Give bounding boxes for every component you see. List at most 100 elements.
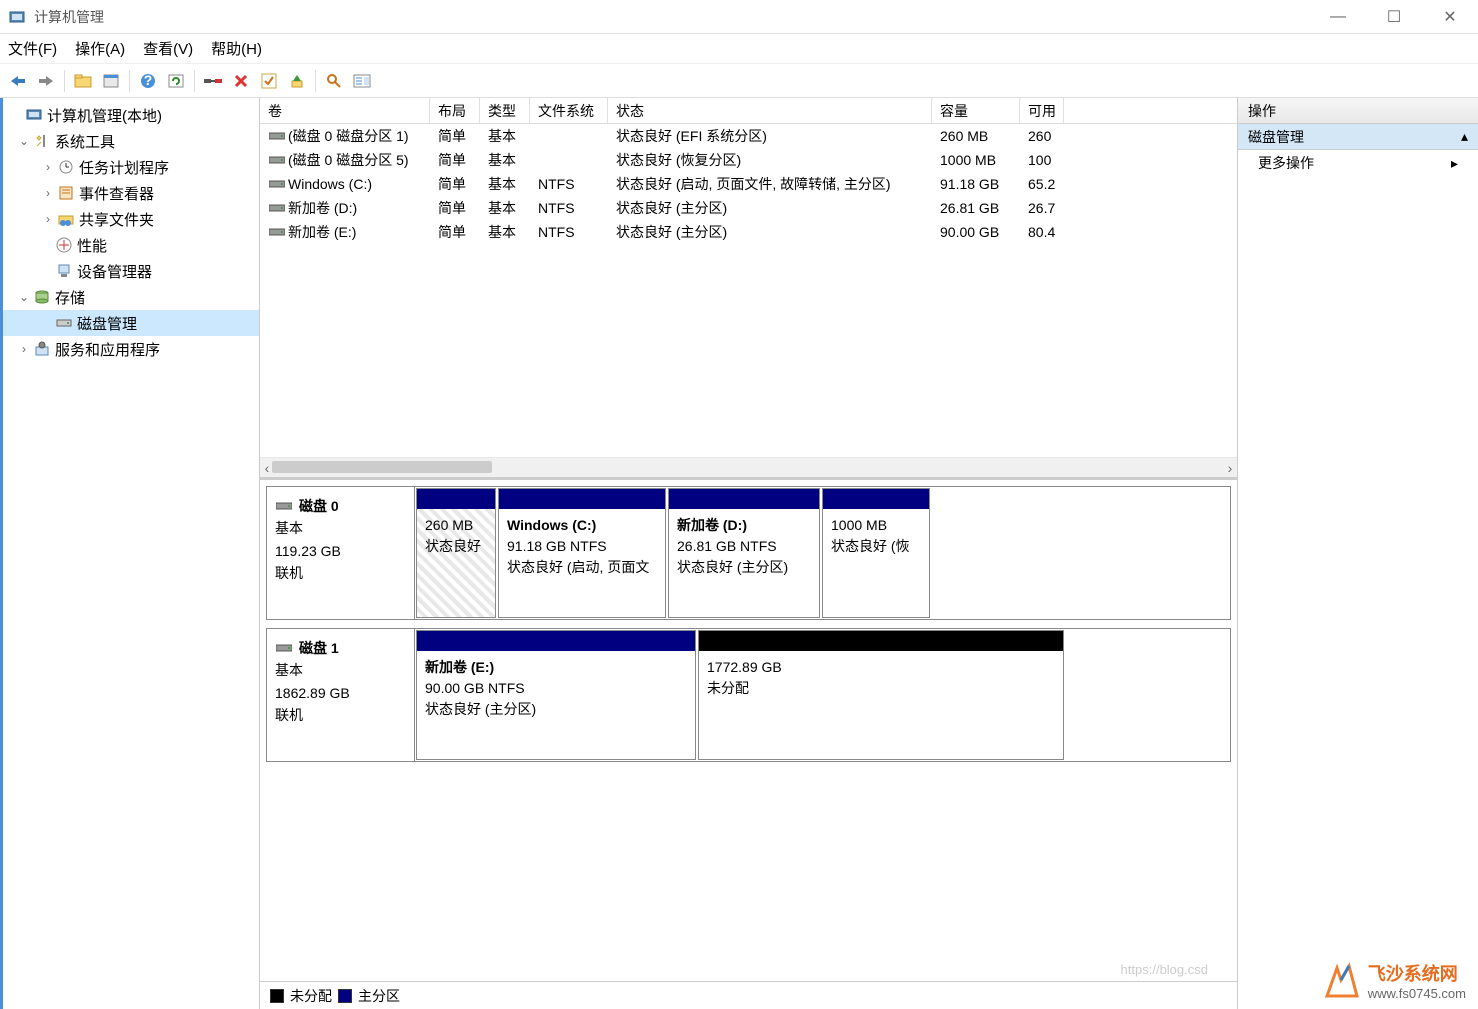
partition[interactable]: 1000 MB状态良好 (恢	[822, 488, 930, 618]
properties-icon[interactable]	[99, 69, 123, 93]
title-bar: 计算机管理 — ☐ ✕	[0, 0, 1478, 34]
check-icon[interactable]	[257, 69, 281, 93]
scroll-left-icon[interactable]: ‹	[260, 460, 274, 476]
computer-icon	[25, 106, 43, 124]
volume-row[interactable]: (磁盘 0 磁盘分区 5)简单基本状态良好 (恢复分区)1000 MB100	[260, 148, 1237, 172]
horizontal-scrollbar[interactable]: ‹ ›	[260, 457, 1237, 477]
disk-info[interactable]: 磁盘 0基本119.23 GB联机	[267, 487, 415, 619]
collapse-arrow-icon[interactable]: ▴	[1461, 128, 1468, 145]
scroll-right-icon[interactable]: ›	[1223, 460, 1237, 476]
legend-primary-label: 主分区	[358, 986, 400, 1006]
partition-bar	[699, 631, 1063, 651]
tree-disk-management[interactable]: 磁盘管理	[3, 310, 259, 336]
disk-icon	[275, 639, 293, 657]
volume-row[interactable]: Windows (C:)简单基本NTFS状态良好 (启动, 页面文件, 故障转储…	[260, 172, 1237, 196]
partition-bar	[499, 489, 665, 509]
tree-shared-folders[interactable]: › 共享文件夹	[3, 206, 259, 232]
app-icon	[8, 8, 26, 26]
legend-unalloc-label: 未分配	[290, 986, 332, 1006]
col-layout[interactable]: 布局	[430, 98, 480, 123]
search-icon[interactable]	[322, 69, 346, 93]
volume-row[interactable]: 新加卷 (E:)简单基本NTFS状态良好 (主分区)90.00 GB80.4	[260, 220, 1237, 244]
forward-button[interactable]	[34, 69, 58, 93]
partition[interactable]: 1772.89 GB未分配	[698, 630, 1064, 760]
partition-bar	[669, 489, 819, 509]
partition[interactable]: 新加卷 (E:)90.00 GB NTFS状态良好 (主分区)	[416, 630, 696, 760]
partition-bar	[417, 489, 495, 509]
refresh-icon[interactable]	[164, 69, 188, 93]
tree-event-viewer[interactable]: › 事件查看器	[3, 180, 259, 206]
watermark-url: www.fs0745.com	[1368, 986, 1466, 1001]
tree-services-apps[interactable]: › 服务和应用程序	[3, 336, 259, 362]
up-icon[interactable]	[285, 69, 309, 93]
partition[interactable]: Windows (C:)91.18 GB NTFS状态良好 (启动, 页面文	[498, 488, 666, 618]
services-icon	[33, 340, 51, 358]
volume-list-header: 卷 布局 类型 文件系统 状态 容量 可用	[260, 98, 1237, 124]
tree-task-scheduler[interactable]: › 任务计划程序	[3, 154, 259, 180]
disk-icon	[55, 314, 73, 332]
volume-icon	[268, 223, 286, 241]
partition[interactable]: 新加卷 (D:)26.81 GB NTFS状态良好 (主分区)	[668, 488, 820, 618]
expand-icon[interactable]: ›	[41, 212, 55, 226]
faded-watermark: https://blog.csd	[1121, 962, 1208, 977]
actions-header: 操作	[1238, 98, 1478, 124]
clock-icon	[57, 158, 75, 176]
disk-info[interactable]: 磁盘 1基本1862.89 GB联机	[267, 629, 415, 761]
actions-pane: 操作 磁盘管理 ▴ 更多操作 ▸	[1238, 98, 1478, 1009]
volume-row[interactable]: (磁盘 0 磁盘分区 1)简单基本状态良好 (EFI 系统分区)260 MB26…	[260, 124, 1237, 148]
maximize-button[interactable]: ☐	[1366, 0, 1422, 34]
tools-icon	[33, 132, 51, 150]
disk-row: 磁盘 0基本119.23 GB联机260 MB状态良好Windows (C:)9…	[266, 486, 1231, 620]
actions-more[interactable]: 更多操作 ▸	[1238, 150, 1478, 176]
toolbar: ?	[0, 64, 1478, 98]
disk-graphical-view: 磁盘 0基本119.23 GB联机260 MB状态良好Windows (C:)9…	[260, 480, 1237, 981]
menu-bar: 文件(F) 操作(A) 查看(V) 帮助(H)	[0, 34, 1478, 64]
tree-performance[interactable]: 性能	[3, 232, 259, 258]
event-icon	[57, 184, 75, 202]
list-icon[interactable]	[350, 69, 374, 93]
tree-storage[interactable]: ⌄ 存储	[3, 284, 259, 310]
disk-row: 磁盘 1基本1862.89 GB联机新加卷 (E:)90.00 GB NTFS状…	[266, 628, 1231, 762]
actions-section[interactable]: 磁盘管理 ▴	[1238, 124, 1478, 150]
col-capacity[interactable]: 容量	[932, 98, 1020, 123]
menu-action[interactable]: 操作(A)	[75, 38, 125, 59]
minimize-button[interactable]: —	[1310, 0, 1366, 34]
legend-swatch-unalloc	[270, 989, 284, 1003]
expand-icon[interactable]: ›	[17, 342, 31, 356]
watermark: 飞沙系统网 www.fs0745.com	[1322, 960, 1466, 1001]
volume-icon	[268, 175, 286, 193]
folder-icon[interactable]	[71, 69, 95, 93]
device-icon	[55, 262, 73, 280]
col-type[interactable]: 类型	[480, 98, 530, 123]
col-status[interactable]: 状态	[608, 98, 932, 123]
back-button[interactable]	[6, 69, 30, 93]
volume-icon	[268, 199, 286, 217]
tree-root[interactable]: 计算机管理(本地)	[3, 102, 259, 128]
help-icon[interactable]: ?	[136, 69, 160, 93]
volume-icon	[268, 127, 286, 145]
col-filesystem[interactable]: 文件系统	[530, 98, 608, 123]
partition[interactable]: 260 MB状态良好	[416, 488, 496, 618]
tree-device-manager[interactable]: 设备管理器	[3, 258, 259, 284]
menu-view[interactable]: 查看(V)	[143, 38, 193, 59]
volume-row[interactable]: 新加卷 (D:)简单基本NTFS状态良好 (主分区)26.81 GB26.7	[260, 196, 1237, 220]
connect-icon[interactable]	[201, 69, 225, 93]
col-volume[interactable]: 卷	[260, 98, 430, 123]
window-title: 计算机管理	[34, 7, 104, 27]
performance-icon	[55, 236, 73, 254]
menu-help[interactable]: 帮助(H)	[211, 38, 262, 59]
collapse-icon[interactable]: ⌄	[17, 134, 31, 148]
collapse-icon[interactable]: ⌄	[17, 290, 31, 304]
volume-rows: (磁盘 0 磁盘分区 1)简单基本状态良好 (EFI 系统分区)260 MB26…	[260, 124, 1237, 457]
close-button[interactable]: ✕	[1422, 0, 1478, 34]
navigation-tree: 计算机管理(本地) ⌄ 系统工具 › 任务计划程序 › 事件查看器 › 共享文件…	[0, 98, 260, 1009]
expand-icon[interactable]: ›	[41, 160, 55, 174]
expand-icon[interactable]: ›	[41, 186, 55, 200]
volume-list: 卷 布局 类型 文件系统 状态 容量 可用 (磁盘 0 磁盘分区 1)简单基本状…	[260, 98, 1237, 480]
delete-icon[interactable]	[229, 69, 253, 93]
col-available[interactable]: 可用	[1020, 98, 1064, 123]
tree-system-tools[interactable]: ⌄ 系统工具	[3, 128, 259, 154]
main-content: 卷 布局 类型 文件系统 状态 容量 可用 (磁盘 0 磁盘分区 1)简单基本状…	[260, 98, 1238, 1009]
menu-file[interactable]: 文件(F)	[8, 38, 57, 59]
disk-icon	[275, 497, 293, 515]
